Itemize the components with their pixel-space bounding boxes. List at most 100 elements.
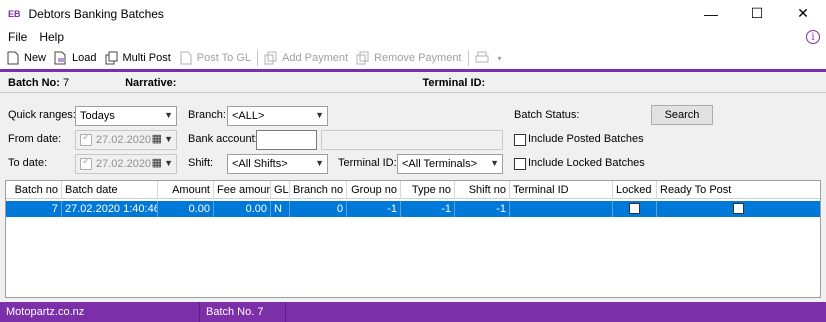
to-date-checkbox[interactable] [80, 156, 92, 170]
branch-select[interactable]: <ALL> ▼ [227, 106, 328, 126]
status-bar: Motopartz.co.nz Batch No. 7 [0, 302, 826, 322]
table-row[interactable]: 7 27.02.2020 1:40:46 ... 0.00 0.00 N 0 -… [6, 201, 820, 217]
terminal-id-label: Terminal ID: [338, 157, 397, 169]
column-header-type-no[interactable]: Type no [401, 181, 455, 199]
chevron-down-icon: ▼ [164, 158, 173, 168]
close-button[interactable]: ✕ [780, 0, 826, 27]
printer-icon [475, 51, 489, 65]
search-button[interactable]: Search [651, 105, 713, 125]
column-header-batch-no[interactable]: Batch no [6, 181, 62, 199]
batches-grid[interactable]: Batch no Batch date Amount Fee amount GL… [5, 180, 821, 298]
grid-header: Batch no Batch date Amount Fee amount GL… [6, 181, 820, 199]
chevron-down-icon: ▼ [315, 158, 324, 168]
menu-bar: File Help i [0, 27, 826, 47]
title-bar: EB Debtors Banking Batches — ☐ ✕ [0, 0, 826, 27]
cell-batch-no: 7 [6, 201, 62, 217]
batch-no-label: Batch No: [8, 76, 60, 89]
minimize-button[interactable]: — [688, 0, 734, 27]
column-header-shift-no[interactable]: Shift no [455, 181, 510, 199]
include-locked-checkbox[interactable] [514, 158, 526, 170]
terminal-id-select[interactable]: <All Terminals> ▼ [397, 154, 503, 174]
status-company: Motopartz.co.nz [0, 302, 200, 322]
load-button[interactable]: Load [54, 48, 97, 68]
print-button[interactable]: ▾ [475, 48, 511, 68]
cell-type-no: -1 [401, 201, 455, 217]
maximize-button[interactable]: ☐ [734, 0, 780, 27]
bank-account-label: Bank account: [188, 133, 258, 145]
to-date-picker[interactable]: 27.02.2020 ▦ ▼ [75, 154, 177, 174]
shift-label: Shift: [188, 157, 214, 169]
remove-payment-button[interactable]: Remove Payment [356, 48, 462, 68]
from-date-checkbox[interactable] [80, 132, 92, 146]
column-header-terminal-id[interactable]: Terminal ID [510, 181, 613, 199]
chevron-down-icon: ▼ [490, 158, 499, 168]
chevron-down-icon: ▼ [315, 110, 324, 120]
shift-select[interactable]: <All Shifts> ▼ [227, 154, 328, 174]
cell-ready-to-post [657, 201, 820, 217]
column-header-gl[interactable]: GL [271, 181, 290, 199]
post-icon [179, 51, 193, 65]
load-document-icon [54, 51, 68, 65]
status-batch: Batch No. 7 [200, 302, 286, 322]
to-date-label: To date: [8, 157, 48, 169]
bank-account-description [321, 130, 503, 150]
post-to-gl-button[interactable]: Post To GL [179, 48, 251, 68]
add-payment-button[interactable]: Add Payment [264, 48, 348, 68]
cell-batch-date: 27.02.2020 1:40:46 ... [62, 201, 158, 217]
column-header-locked[interactable]: Locked [613, 181, 657, 199]
cell-shift-no: -1 [455, 201, 510, 217]
column-header-ready-to-post[interactable]: Ready To Post [657, 181, 821, 199]
chevron-down-icon: ▼ [164, 110, 173, 120]
quick-ranges-value: Todays [80, 110, 115, 122]
cell-terminal-id [510, 201, 613, 217]
batch-info-bar: Batch No: 7 Narrative: Terminal ID: [0, 73, 826, 93]
chevron-down-icon: ▾ [497, 53, 502, 63]
column-header-fee-amount[interactable]: Fee amount [214, 181, 271, 199]
app-logo: EB [8, 8, 21, 19]
cell-amount: 0.00 [158, 201, 214, 217]
menu-file[interactable]: File [8, 30, 27, 44]
window-title: Debtors Banking Batches [28, 6, 164, 21]
cell-group-no: -1 [347, 201, 401, 217]
load-button-label: Load [72, 52, 97, 64]
from-date-picker[interactable]: 27.02.2020 ▦ ▼ [75, 130, 177, 150]
new-button[interactable]: New [6, 48, 46, 68]
multi-post-label: Multi Post [122, 52, 171, 64]
batch-status-label: Batch Status: [514, 109, 580, 121]
toolbar: New Load Multi Post Post To GL Add Payme… [0, 47, 826, 69]
ready-to-post-checkbox[interactable] [733, 203, 744, 214]
include-posted-checkbox[interactable] [514, 134, 526, 146]
calendar-icon: ▦ [151, 133, 162, 145]
info-icon[interactable]: i [806, 30, 820, 44]
add-payment-label: Add Payment [282, 52, 349, 64]
accent-divider [0, 69, 826, 72]
filter-panel: Quick ranges: Todays ▼ From date: 27.02.… [0, 94, 826, 177]
include-locked-label: Include Locked Batches [528, 157, 645, 169]
branch-label: Branch: [188, 109, 226, 121]
column-header-group-no[interactable]: Group no [347, 181, 401, 199]
column-header-amount[interactable]: Amount [158, 181, 214, 199]
bank-account-input[interactable] [256, 130, 317, 150]
locked-checkbox[interactable] [629, 203, 640, 214]
column-header-batch-date[interactable]: Batch date [62, 181, 158, 199]
new-button-label: New [24, 52, 47, 64]
include-posted-label: Include Posted Batches [528, 133, 644, 145]
cell-locked [613, 201, 657, 217]
quick-ranges-label: Quick ranges: [8, 109, 76, 121]
new-document-icon [6, 51, 20, 65]
from-date-label: From date: [8, 133, 62, 145]
multi-post-button[interactable]: Multi Post [105, 48, 171, 68]
cell-branch-no: 0 [290, 201, 347, 217]
post-to-gl-label: Post To GL [196, 52, 252, 64]
menu-help[interactable]: Help [39, 30, 64, 44]
column-header-branch-no[interactable]: Branch no [290, 181, 347, 199]
terminal-id-value: <All Terminals> [402, 158, 477, 170]
multi-post-icon [105, 51, 119, 65]
cell-gl: N [271, 201, 290, 217]
cell-fee-amount: 0.00 [214, 201, 271, 217]
shift-value: <All Shifts> [232, 158, 288, 170]
terminal-id-header-label: Terminal ID: [422, 76, 486, 89]
branch-value: <ALL> [232, 110, 265, 122]
quick-ranges-select[interactable]: Todays ▼ [75, 106, 177, 126]
to-date-value: 27.02.2020 [96, 158, 152, 170]
